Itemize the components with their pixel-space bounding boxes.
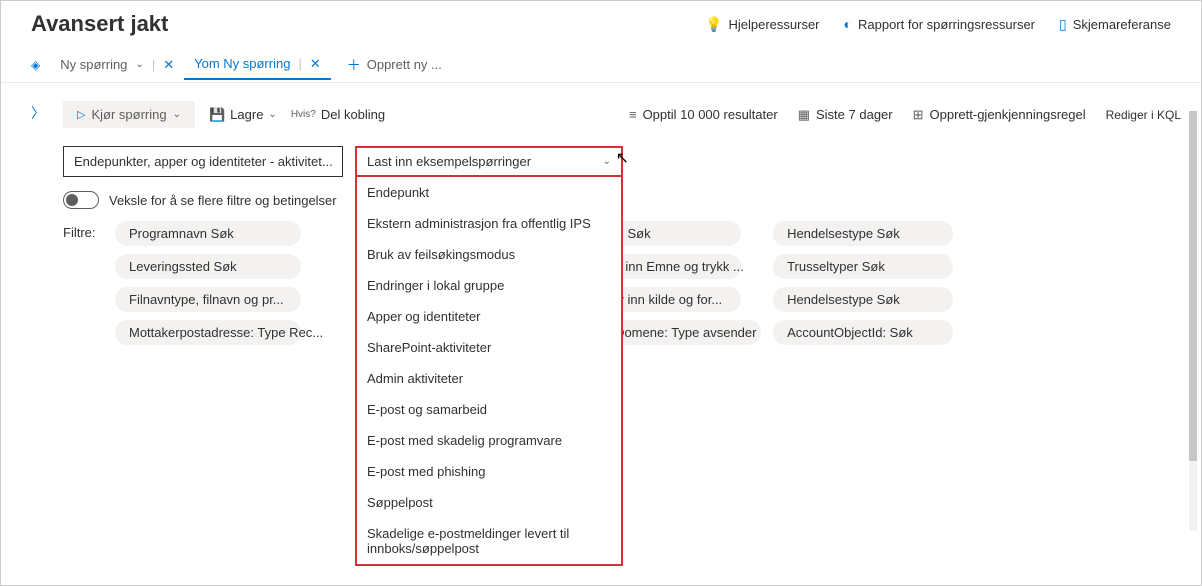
lightbulb-icon: 💡 — [705, 16, 722, 33]
tab-label: Yom Ny spørring — [194, 56, 290, 71]
dropdown-item[interactable]: Søppelpost — [357, 487, 621, 518]
dropdown-item[interactable]: Admin aktiviteter — [357, 363, 621, 394]
filter-pill[interactable]: Filnavntype, filnavn og pr... — [115, 287, 301, 312]
new-tab-label: Opprett ny ... — [367, 57, 442, 72]
dropdown-item[interactable]: SharePoint-aktiviteter — [357, 332, 621, 363]
schema-reference-link[interactable]: ▯ Skjemareferanse — [1059, 16, 1171, 33]
dropdown-item[interactable]: E-post med skadelig programvare — [357, 425, 621, 456]
chevron-down-icon: ⌄ — [603, 156, 611, 167]
tabs-bar: ◈ Ny spørring ⌄ | ✕ Yom Ny spørring | ✕ … — [1, 47, 1201, 83]
share-badge: Hvis? — [291, 109, 316, 120]
divider: | — [152, 57, 155, 72]
filter-pill[interactable]: Mottakerpostadresse: Type Rec... — [115, 320, 301, 345]
toolbar: ▷ Kjør spørring ⌄ 💾 Lagre ⌄ Hvis? Del ko… — [63, 101, 1201, 128]
run-label: Kjør spørring — [91, 107, 166, 122]
plus-icon: ＋ — [347, 55, 361, 75]
filter-pill[interactable]: Trusseltyper Søk — [773, 254, 953, 279]
close-icon[interactable]: ✕ — [163, 57, 174, 73]
query-resources-report-link[interactable]: ◐ Rapport for spørringsressurser — [844, 16, 1035, 32]
tab-new-query-1[interactable]: Ny spørring ⌄ | ✕ — [50, 51, 184, 79]
expand-panel-icon[interactable]: 〉 — [31, 103, 45, 123]
chevron-down-icon: ⌄ — [135, 59, 143, 70]
dropdown-item[interactable]: Skadelige e-postmeldinger levert til inn… — [357, 518, 621, 564]
create-new-tab[interactable]: ＋ Opprett ny ... — [347, 55, 442, 75]
activity-filter-input[interactable] — [63, 146, 343, 177]
more-filters-toggle[interactable] — [63, 191, 99, 209]
list-icon: ≡ — [629, 107, 637, 122]
dropdown-trigger[interactable]: Last inn eksempelspørringer ⌄ — [355, 146, 623, 177]
sample-queries-dropdown[interactable]: Last inn eksempelspørringer ⌄ ↖ Endepunk… — [355, 146, 623, 177]
save-label: Lagre — [230, 107, 263, 122]
share-link-button[interactable]: Hvis? Del kobling — [291, 107, 385, 122]
filter-pill[interactable]: Hendelsestype Søk — [773, 221, 953, 246]
rule-label: Opprett-gjenkjenningsregel — [930, 107, 1086, 122]
run-query-button[interactable]: ▷ Kjør spørring ⌄ — [63, 101, 195, 128]
filter-pill[interactable]: AccountObjectId: Søk — [773, 320, 953, 345]
close-icon[interactable]: ✕ — [310, 56, 321, 72]
toggle-label: Veksle for å se flere filtre og betingel… — [109, 193, 337, 208]
kql-label: Rediger i KQL — [1106, 108, 1181, 122]
dropdown-list: Endepunkt Ekstern administrasjon fra off… — [355, 177, 623, 566]
share-label: Del kobling — [321, 107, 385, 122]
page-title: Avansert jakt — [31, 11, 168, 37]
help-resources-link[interactable]: 💡 Hjelperessurser — [705, 16, 819, 33]
chevron-down-icon: ⌄ — [173, 109, 181, 120]
dropdown-item[interactable]: Bruk av feilsøkingsmodus — [357, 239, 621, 270]
chart-icon: ◐ — [844, 16, 852, 32]
divider: | — [298, 56, 301, 71]
filters-label: Filtre: — [63, 221, 105, 345]
save-icon: 💾 — [209, 107, 225, 123]
schema-label: Skjemareferanse — [1073, 17, 1171, 32]
scrollbar[interactable] — [1189, 111, 1197, 531]
filter-pill[interactable]: Leveringssted Søk — [115, 254, 301, 279]
edit-in-kql[interactable]: Rediger i KQL — [1106, 108, 1181, 122]
save-button[interactable]: 💾 Lagre ⌄ — [209, 107, 277, 123]
tab-new-query-2[interactable]: Yom Ny spørring | ✕ — [184, 50, 331, 80]
create-detection-rule[interactable]: ⊞ Opprett-gjenkjenningsregel — [913, 107, 1086, 123]
results-limit[interactable]: ≡ Opptil 10 000 resultater — [629, 107, 778, 122]
time-range[interactable]: ▦ Siste 7 dager — [798, 107, 893, 123]
cursor-icon: ↖ — [616, 148, 629, 168]
dropdown-item[interactable]: E-post og samarbeid — [357, 394, 621, 425]
calendar-icon: ▦ — [798, 107, 810, 123]
filter-pill[interactable]: Programnavn Søk — [115, 221, 301, 246]
book-icon: ▯ — [1059, 16, 1067, 33]
dropdown-label: Last inn eksempelspørringer — [367, 154, 531, 169]
dropdown-item[interactable]: E-post med phishing — [357, 456, 621, 487]
dropdown-item[interactable]: Endepunkt — [357, 177, 621, 208]
timerange-label: Siste 7 dager — [816, 107, 893, 122]
filter-pill[interactable]: Hendelsestype Søk — [773, 287, 953, 312]
scrollbar-thumb[interactable] — [1189, 111, 1197, 461]
header-links: 💡 Hjelperessurser ◐ Rapport for spørring… — [705, 16, 1171, 33]
help-label: Hjelperessurser — [728, 17, 819, 32]
results-label: Opptil 10 000 resultater — [643, 107, 778, 122]
toggle-knob — [66, 194, 78, 206]
tab-label: Ny spørring — [60, 57, 127, 72]
report-label: Rapport for spørringsressurser — [858, 17, 1035, 32]
dropdown-item[interactable]: Apper og identiteter — [357, 301, 621, 332]
filter-pill[interactable]: Domene: Type avsender — [601, 320, 761, 345]
rule-icon: ⊞ — [913, 107, 924, 123]
tabs-icon: ◈ — [31, 58, 40, 72]
play-icon: ▷ — [77, 108, 85, 121]
chevron-down-icon: ⌄ — [268, 109, 276, 120]
dropdown-item[interactable]: Endringer i lokal gruppe — [357, 270, 621, 301]
dropdown-item[interactable]: Ekstern administrasjon fra offentlig IPS — [357, 208, 621, 239]
